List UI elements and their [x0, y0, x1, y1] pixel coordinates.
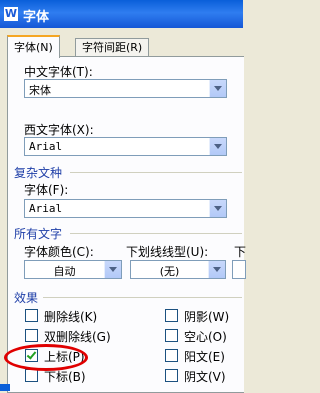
- underline-style-label: 下划线线型(U):: [126, 245, 209, 259]
- font-color-value: 自动: [53, 265, 76, 278]
- western-font-label: 西文字体(X):: [24, 123, 94, 137]
- double-strikethrough-label: 双删除线(G): [44, 330, 111, 344]
- effects-section: 效果: [14, 291, 39, 305]
- chevron-down-icon[interactable]: [209, 138, 226, 155]
- font-color-label: 字体颜色(C):: [24, 245, 94, 259]
- tab-character-spacing[interactable]: 字符间距(R): [75, 38, 150, 56]
- emboss-checkbox[interactable]: [165, 349, 178, 362]
- font-color-select[interactable]: 自动: [24, 260, 122, 279]
- engrave-checkbox[interactable]: [165, 369, 178, 382]
- chevron-down-icon[interactable]: [104, 261, 121, 278]
- chinese-font-value: 宋体: [29, 84, 51, 97]
- chevron-down-icon[interactable]: [208, 261, 225, 278]
- underline-style-select[interactable]: (无): [130, 260, 226, 279]
- double-strikethrough-checkbox[interactable]: [25, 329, 38, 342]
- strikethrough-label: 删除线(K): [44, 310, 98, 324]
- font-tab-panel: 中文字体(T): 宋体 西文字体(X): Arial 复杂文种 字体(F): A…: [7, 56, 247, 393]
- all-text-section: 所有文字: [14, 227, 63, 241]
- highlight-circle: [4, 344, 88, 371]
- complex-script-section: 复杂文种: [14, 166, 63, 180]
- shadow-checkbox[interactable]: [165, 309, 178, 322]
- complex-font-value: Arial: [29, 202, 63, 215]
- western-font-value: Arial: [29, 140, 63, 153]
- underline-style-value: (无): [159, 265, 180, 278]
- strikethrough-checkbox[interactable]: [25, 309, 38, 322]
- section-divider: [70, 172, 242, 173]
- underline-color-select[interactable]: [232, 260, 246, 279]
- window-title: 字体: [23, 10, 50, 25]
- outline-checkbox[interactable]: [165, 329, 178, 342]
- complex-font-select[interactable]: Arial: [24, 199, 227, 218]
- title-bar[interactable]: W 字体: [0, 0, 243, 28]
- complex-font-label: 字体(F):: [24, 183, 69, 197]
- outline-label: 空心(O): [184, 330, 227, 344]
- emboss-label: 阳文(E): [184, 350, 225, 364]
- wps-app-icon: W: [4, 7, 18, 21]
- shadow-label: 阴影(W): [184, 310, 230, 324]
- chevron-down-icon[interactable]: [209, 200, 226, 217]
- tab-font[interactable]: 字体(N): [7, 35, 60, 58]
- chevron-down-icon[interactable]: [209, 80, 226, 97]
- engrave-label: 阴文(V): [184, 370, 226, 384]
- subscript-checkbox[interactable]: [25, 369, 38, 382]
- chinese-font-label: 中文字体(T):: [24, 65, 93, 79]
- chinese-font-select[interactable]: 宋体: [24, 79, 227, 98]
- section-divider: [43, 297, 242, 298]
- western-font-select[interactable]: Arial: [24, 137, 227, 156]
- underline-color-label: 下: [234, 245, 247, 259]
- window-edge: [0, 384, 10, 391]
- section-divider: [70, 233, 242, 234]
